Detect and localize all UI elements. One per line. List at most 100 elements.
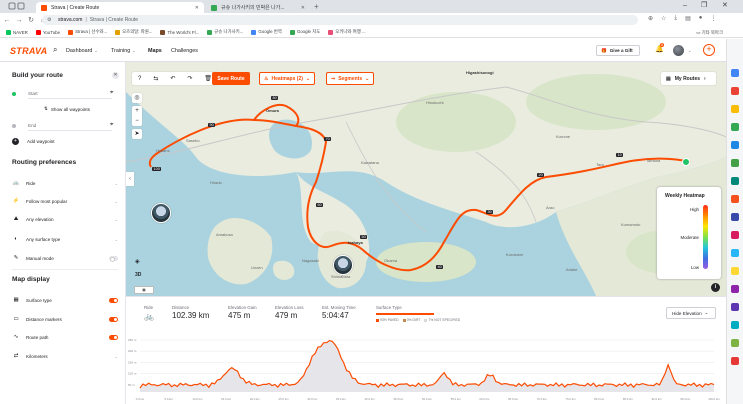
bookmark-item[interactable]: 규슈 나가사키... bbox=[207, 29, 243, 35]
trash-icon[interactable]: 🗑 bbox=[204, 75, 212, 82]
distance-markers-toggle[interactable] bbox=[109, 316, 118, 322]
nav-maps[interactable]: Maps bbox=[148, 48, 162, 54]
save-route-button[interactable]: Save Route bbox=[212, 72, 250, 85]
surface-type-toggle[interactable] bbox=[109, 297, 118, 303]
side-app-icon[interactable] bbox=[731, 321, 739, 329]
forward-icon[interactable]: → bbox=[14, 17, 24, 24]
side-app-icon[interactable] bbox=[731, 231, 739, 239]
maximize-icon[interactable]: ❐ bbox=[701, 1, 707, 11]
route-path-toggle[interactable] bbox=[109, 334, 118, 340]
display-surface-type[interactable]: ▦ Surface type bbox=[12, 295, 118, 305]
bookmark-item[interactable]: NAVER bbox=[6, 29, 28, 35]
download-icon[interactable]: ⤓ bbox=[674, 15, 677, 22]
show-waypoints-link[interactable]: ⇅ Show all waypoints bbox=[44, 106, 90, 112]
close-icon[interactable]: ✕ bbox=[112, 72, 119, 79]
side-app-icon[interactable] bbox=[731, 87, 739, 95]
tab-search-icon[interactable] bbox=[8, 2, 30, 11]
nav-training[interactable]: Training ⌄ bbox=[111, 48, 136, 54]
elevation-chart[interactable]: 250 m 200 m 150 m 100 m 50 m 0.0 km 5.0 km 10.0… bbox=[126, 330, 726, 404]
routing-manual-mode[interactable]: ✎ Manual mode bbox=[12, 253, 118, 263]
compass-icon[interactable]: ➤ bbox=[132, 129, 142, 139]
basemap-thumbnail[interactable]: ▦ bbox=[134, 286, 154, 294]
locate-me-icon[interactable]: ◎ bbox=[132, 93, 142, 103]
routing-surface[interactable]: ◐ Any surface type ⌄ bbox=[12, 234, 118, 244]
start-field[interactable]: Start bbox=[28, 89, 112, 99]
side-app-icon[interactable] bbox=[731, 303, 739, 311]
reverse-route-icon[interactable]: ⇆ bbox=[153, 75, 158, 82]
start-waypoint[interactable]: Start bbox=[12, 88, 112, 100]
bookmark-item[interactable]: YouTube bbox=[35, 29, 60, 35]
star-icon[interactable]: ☆ bbox=[661, 15, 666, 22]
display-route-path[interactable]: ∿ Route path bbox=[12, 332, 118, 342]
nav-dashboard[interactable]: Dashboard ⌄ bbox=[66, 48, 98, 54]
route-map[interactable]: 90 80 70 60 50 40 30 20 10 100 Higashiso… bbox=[126, 62, 726, 296]
side-app-icon[interactable] bbox=[731, 285, 739, 293]
chevron-down-icon[interactable]: ⌄ bbox=[688, 48, 691, 53]
map-canvas[interactable] bbox=[126, 62, 726, 296]
elevation-profile[interactable]: 250 m 200 m 150 m 100 m 50 m 0.0 km 5.0 km 10.0… bbox=[126, 330, 726, 404]
bookmark-item[interactable]: 오즈의달: 파원... bbox=[115, 29, 152, 35]
bookmark-item[interactable]: Strava | 선수와... bbox=[68, 29, 107, 35]
side-app-icon[interactable] bbox=[731, 357, 739, 365]
omnibox[interactable]: ⚙ strava.com | Strava | Create Route bbox=[42, 15, 638, 25]
redo-icon[interactable]: ↷ bbox=[187, 75, 192, 82]
search-icon[interactable]: ⌕ bbox=[53, 45, 57, 55]
give-gift-button[interactable]: 🎁 Give a Gift bbox=[596, 45, 640, 56]
end-field[interactable]: End bbox=[28, 121, 112, 131]
segments-dropdown[interactable]: ⇝ Segments ⌄ bbox=[326, 72, 375, 85]
back-icon[interactable]: ← bbox=[2, 17, 12, 24]
side-app-icon[interactable] bbox=[731, 105, 739, 113]
side-app-icon[interactable] bbox=[731, 123, 739, 131]
collapse-sidebar-icon[interactable]: ‹ bbox=[126, 172, 134, 186]
side-app-icon[interactable] bbox=[731, 267, 739, 275]
reload-icon[interactable]: ↻ bbox=[26, 16, 36, 24]
bookmark-item[interactable]: The World's Fl... bbox=[160, 29, 199, 35]
heatmaps-dropdown[interactable]: ♨ Heatmaps (2) ⌄ bbox=[259, 72, 316, 85]
side-app-icon[interactable] bbox=[731, 141, 739, 149]
bookmark-item[interactable]: Google 번역 bbox=[251, 29, 282, 35]
minimize-icon[interactable]: – bbox=[683, 1, 687, 11]
zoom-out-icon[interactable]: − bbox=[132, 116, 142, 126]
my-routes-button[interactable]: ▤ My Routes › bbox=[661, 72, 716, 85]
routing-elevation[interactable]: ⛰ Any elevation ⌄ bbox=[12, 214, 118, 224]
routing-ride[interactable]: 🚲 Ride ⌄ bbox=[12, 178, 118, 188]
3d-button[interactable]: 3D bbox=[135, 272, 141, 278]
end-waypoint[interactable]: End bbox=[12, 120, 112, 132]
bookmark-item[interactable]: 오키나와 여행 ... bbox=[328, 29, 366, 35]
locate-icon[interactable]: ⌖ bbox=[110, 90, 113, 97]
side-app-icon[interactable] bbox=[731, 159, 739, 167]
zoom-in-icon[interactable]: + bbox=[132, 106, 142, 116]
hide-elevation-button[interactable]: Hide Elevation ⌄ bbox=[666, 307, 716, 319]
zoom-icon[interactable]: ⊕ bbox=[648, 15, 653, 22]
new-tab-icon[interactable]: + bbox=[314, 2, 319, 12]
display-distance-markers[interactable]: ▭ Distance markers bbox=[12, 314, 118, 324]
window-close-icon[interactable]: ✕ bbox=[722, 1, 728, 11]
photo-marker[interactable] bbox=[333, 255, 353, 275]
side-app-icon[interactable] bbox=[731, 69, 739, 77]
extensions-icon[interactable]: ▤ bbox=[685, 15, 691, 22]
side-app-icon[interactable] bbox=[731, 195, 739, 203]
layers-icon[interactable]: ◈ bbox=[135, 258, 140, 265]
bookmark-item[interactable]: Google 지도 bbox=[289, 29, 320, 35]
info-icon[interactable]: i bbox=[711, 283, 720, 292]
add-waypoint-button[interactable]: + Add waypoint bbox=[12, 138, 55, 145]
routing-popularity[interactable]: ⚡ Follow most popular ⌄ bbox=[12, 196, 118, 206]
browser-tab-secondary[interactable]: 규슈 나가사키의 민박은 나가... ✕ bbox=[206, 2, 310, 13]
avatar[interactable] bbox=[673, 45, 684, 56]
side-app-icon[interactable] bbox=[731, 213, 739, 221]
side-app-icon[interactable] bbox=[731, 177, 739, 185]
upload-plus-button[interactable]: + bbox=[703, 44, 715, 56]
tab-close-icon[interactable]: ✕ bbox=[301, 5, 305, 11]
locate-icon[interactable]: ⌖ bbox=[110, 122, 113, 129]
tab-close-icon[interactable]: ✕ bbox=[195, 5, 199, 11]
profile-icon[interactable]: ● bbox=[699, 15, 703, 22]
nav-challenges[interactable]: Challenges bbox=[171, 48, 198, 54]
strava-logo[interactable]: STRAVA bbox=[10, 46, 47, 56]
photo-marker[interactable] bbox=[151, 203, 171, 223]
site-info-icon[interactable]: ⚙ bbox=[47, 17, 51, 23]
other-bookmarks[interactable]: ▭ 기타 북마크 bbox=[696, 30, 723, 36]
side-app-icon[interactable] bbox=[731, 339, 739, 347]
notifications-bell-icon[interactable]: 🔔 8 bbox=[655, 43, 664, 53]
help-icon[interactable]: ? bbox=[138, 76, 141, 82]
manual-mode-toggle[interactable] bbox=[109, 255, 118, 262]
